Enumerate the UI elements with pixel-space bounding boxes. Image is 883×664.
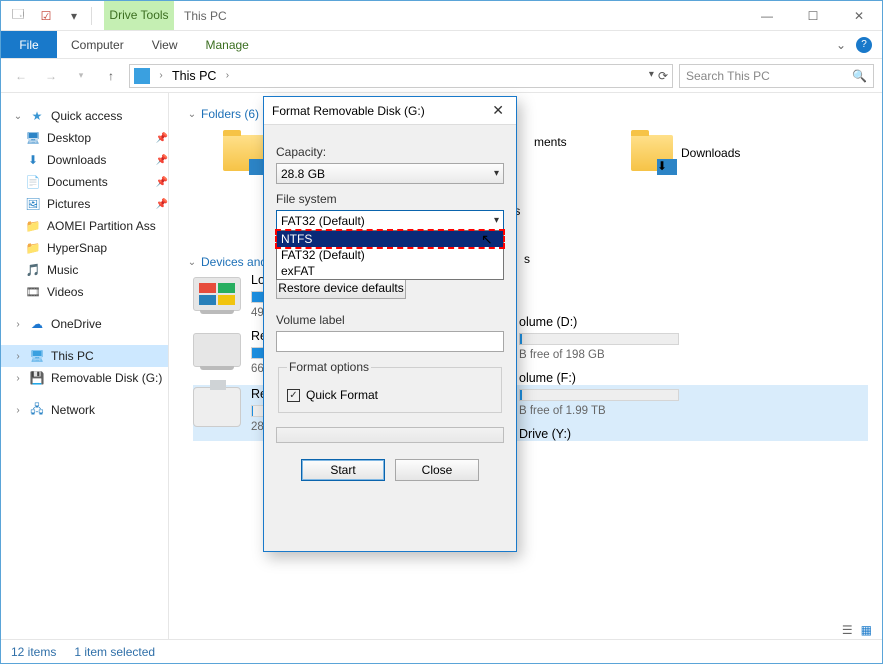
tiles-view-icon[interactable]: ▦ bbox=[861, 623, 872, 637]
dialog-close-icon[interactable]: ✕ bbox=[488, 102, 508, 119]
format-options-legend: Format options bbox=[287, 360, 371, 374]
up-button[interactable]: ↑ bbox=[99, 64, 123, 88]
tab-computer[interactable]: Computer bbox=[57, 31, 138, 58]
format-options-group: Format options ✓ Quick Format bbox=[278, 360, 502, 413]
dialog-titlebar[interactable]: Format Removable Disk (G:) ✕ bbox=[264, 97, 516, 125]
drive-local-d[interactable]: olume (D:) B free of 198 GB bbox=[519, 315, 719, 371]
nav-network[interactable]: ›🖧Network bbox=[1, 399, 168, 421]
properties-qat-icon[interactable]: ☑ bbox=[35, 5, 57, 27]
back-button[interactable]: ← bbox=[9, 64, 33, 88]
tab-view[interactable]: View bbox=[138, 31, 192, 58]
search-icon: 🔍 bbox=[852, 69, 867, 83]
videos-icon: 🎞 bbox=[25, 284, 41, 300]
dialog-title: Format Removable Disk (G:) bbox=[272, 104, 425, 118]
this-pc-icon bbox=[134, 68, 150, 84]
close-button[interactable]: ✕ bbox=[836, 1, 882, 30]
file-menu[interactable]: File bbox=[1, 31, 57, 58]
details-view-icon[interactable]: ☰ bbox=[842, 623, 853, 637]
nav-videos[interactable]: 🎞Videos bbox=[1, 281, 168, 303]
start-button[interactable]: Start bbox=[301, 459, 385, 481]
address-dropdown-icon[interactable]: ▾ bbox=[649, 69, 654, 83]
status-selected-count: 1 item selected bbox=[74, 645, 155, 659]
refresh-icon[interactable]: ⟳ bbox=[658, 69, 668, 83]
close-button-dialog[interactable]: Close bbox=[395, 459, 479, 481]
address-bar[interactable]: › This PC › ▾ ⟳ bbox=[129, 64, 673, 88]
this-pc-icon: 🖥 bbox=[29, 348, 45, 364]
new-folder-qat-icon[interactable]: ▾ bbox=[63, 5, 85, 27]
nav-aomei[interactable]: 📁AOMEI Partition Ass bbox=[1, 215, 168, 237]
fs-option-fat32[interactable]: FAT32 (Default) bbox=[277, 247, 503, 263]
navigation-pane: ⌄★ Quick access 🖥Desktop📌 ⬇Downloads📌 📄D… bbox=[1, 93, 169, 639]
nav-music[interactable]: 🎵Music bbox=[1, 259, 168, 281]
ribbon: File Computer View Manage ⌄ ? bbox=[1, 31, 882, 59]
volume-label-label: Volume label bbox=[276, 313, 504, 327]
nav-quick-access[interactable]: ⌄★ Quick access bbox=[1, 105, 168, 127]
minimize-button[interactable]: — bbox=[744, 1, 790, 30]
nav-removable-disk[interactable]: ›💾Removable Disk (G:) bbox=[1, 367, 168, 389]
format-progress bbox=[276, 427, 504, 443]
partial-documents-label: ments bbox=[534, 135, 567, 149]
filesystem-label: File system bbox=[276, 192, 504, 206]
nav-pictures[interactable]: 🖼Pictures📌 bbox=[1, 193, 168, 215]
nav-this-pc[interactable]: ›🖥This PC bbox=[1, 345, 168, 367]
fs-option-exfat[interactable]: exFAT bbox=[277, 263, 503, 279]
star-icon: ★ bbox=[29, 108, 45, 124]
folder-icon: 📁 bbox=[25, 240, 41, 256]
chevron-down-icon: ▾ bbox=[494, 168, 499, 179]
pictures-icon: 🖼 bbox=[25, 196, 41, 212]
filesystem-combo[interactable]: FAT32 (Default)▾ bbox=[276, 210, 504, 231]
window-title: This PC bbox=[174, 1, 744, 30]
documents-icon: 📄 bbox=[25, 174, 41, 190]
restore-defaults-button[interactable]: Restore device defaults bbox=[276, 277, 406, 299]
drive-icon bbox=[193, 277, 241, 311]
help-icon[interactable]: ? bbox=[856, 37, 872, 53]
music-icon: 🎵 bbox=[25, 262, 41, 278]
status-item-count: 12 items bbox=[11, 645, 56, 659]
drive-icon bbox=[193, 333, 241, 367]
folder-icon: 📁 bbox=[25, 218, 41, 234]
window-controls: — ☐ ✕ bbox=[744, 1, 882, 30]
downloads-icon: ⬇ bbox=[25, 152, 41, 168]
contextual-tab-drive-tools: Drive Tools bbox=[104, 1, 174, 30]
ribbon-collapse-icon[interactable]: ⌄ bbox=[836, 38, 846, 52]
chevron-down-icon: ▾ bbox=[494, 215, 499, 226]
title-bar: 🗔 ☑ ▾ Drive Tools This PC — ☐ ✕ bbox=[1, 1, 882, 31]
recent-locations-button[interactable]: ▾ bbox=[69, 64, 93, 88]
nav-documents[interactable]: 📄Documents📌 bbox=[1, 171, 168, 193]
drive-cd-y[interactable]: Drive (Y:) bbox=[519, 427, 719, 483]
view-mode-icons: ☰ ▦ bbox=[842, 623, 872, 637]
folder-downloads[interactable]: ⬇ Downloads bbox=[631, 131, 821, 175]
tab-manage[interactable]: Manage bbox=[191, 31, 262, 58]
search-input[interactable]: Search This PC 🔍 bbox=[679, 64, 874, 88]
status-bar: 12 items 1 item selected bbox=[1, 639, 882, 663]
usb-drive-icon bbox=[193, 387, 241, 427]
checkbox-icon: ✓ bbox=[287, 389, 300, 402]
nav-hypersnap[interactable]: 📁HyperSnap bbox=[1, 237, 168, 259]
nav-onedrive[interactable]: ›☁OneDrive bbox=[1, 313, 168, 335]
nav-desktop[interactable]: 🖥Desktop📌 bbox=[1, 127, 168, 149]
volume-label-input[interactable] bbox=[276, 331, 504, 352]
quick-format-checkbox[interactable]: ✓ Quick Format bbox=[287, 388, 493, 402]
capacity-combo[interactable]: 28.8 GB▾ bbox=[276, 163, 504, 184]
maximize-button[interactable]: ☐ bbox=[790, 1, 836, 30]
partial-videos-s: s bbox=[524, 252, 530, 266]
nav-downloads[interactable]: ⬇Downloads📌 bbox=[1, 149, 168, 171]
fs-option-ntfs[interactable]: NTFS bbox=[277, 231, 503, 247]
forward-button: → bbox=[39, 64, 63, 88]
app-icon: 🗔 bbox=[7, 5, 29, 27]
address-row: ← → ▾ ↑ › This PC › ▾ ⟳ Search This PC 🔍 bbox=[1, 59, 882, 93]
usb-icon: 💾 bbox=[29, 370, 45, 386]
drive-local-f[interactable]: olume (F:) B free of 1.99 TB bbox=[519, 371, 719, 427]
onedrive-icon: ☁ bbox=[29, 316, 45, 332]
format-dialog: Format Removable Disk (G:) ✕ Capacity: 2… bbox=[263, 96, 517, 552]
capacity-label: Capacity: bbox=[276, 145, 504, 159]
desktop-icon: 🖥 bbox=[25, 130, 41, 146]
network-icon: 🖧 bbox=[29, 402, 45, 418]
breadcrumb[interactable]: This PC bbox=[172, 69, 216, 83]
quick-access-toolbar: 🗔 ☑ ▾ bbox=[1, 1, 98, 30]
filesystem-dropdown: NTFS ↖ FAT32 (Default) exFAT bbox=[276, 230, 504, 280]
